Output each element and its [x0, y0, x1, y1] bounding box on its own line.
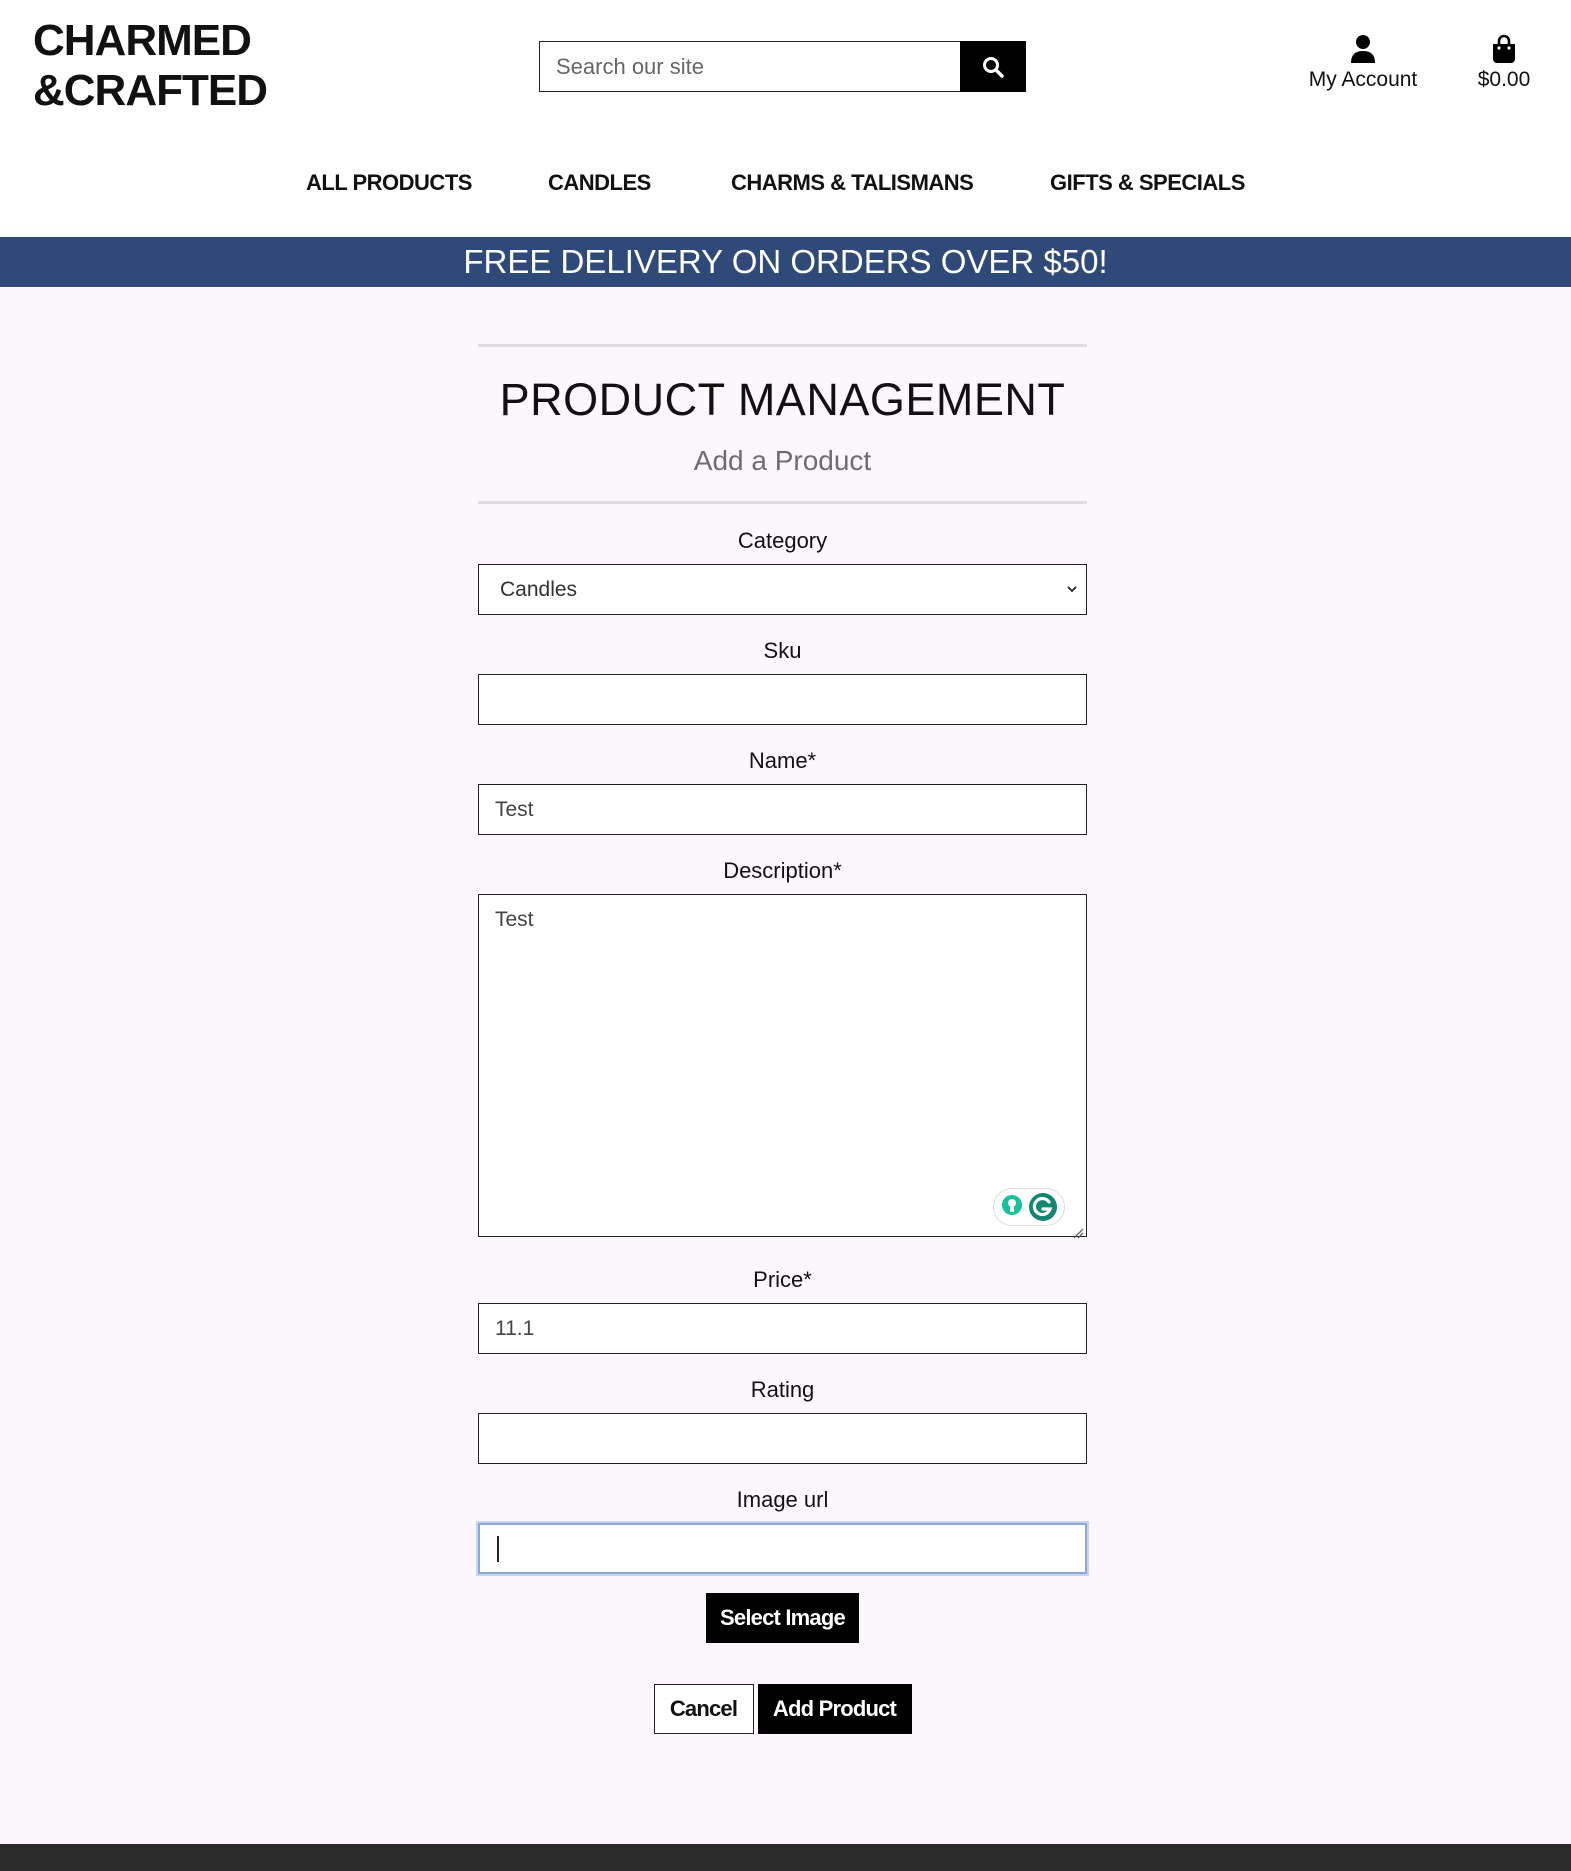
promo-banner: FREE DELIVERY ON ORDERS OVER $50!: [0, 237, 1571, 287]
image-url-wrap: [478, 1523, 1087, 1574]
category-label: Category: [737, 528, 828, 553]
my-account-link[interactable]: My Account: [1296, 34, 1430, 92]
form-actions: Cancel Add Product: [478, 1684, 1087, 1734]
nav-charms-talismans[interactable]: CHARMS & TALISMANS: [731, 170, 974, 196]
user-icon: [1351, 35, 1375, 63]
image-url-input[interactable]: [478, 1523, 1087, 1574]
page-title: PRODUCT MANAGEMENT: [499, 374, 1066, 425]
search-button[interactable]: [960, 41, 1026, 92]
product-form-container: PRODUCT MANAGEMENT Add a Product Categor…: [478, 344, 1087, 1734]
description-label: Description*: [723, 858, 842, 883]
category-select-wrap: Candles: [478, 564, 1087, 615]
name-input[interactable]: [478, 784, 1087, 835]
search-input[interactable]: [539, 41, 960, 92]
lightbulb-icon: [1002, 1195, 1022, 1215]
select-image-button[interactable]: Select Image: [706, 1593, 859, 1643]
rating-input[interactable]: [478, 1413, 1087, 1464]
add-product-button[interactable]: Add Product: [757, 1684, 912, 1734]
category-select[interactable]: Candles: [478, 564, 1087, 615]
brand-line-1: CHARMED: [33, 16, 252, 65]
my-account-label: My Account: [1308, 68, 1418, 91]
promo-banner-text: FREE DELIVERY ON ORDERS OVER $50!: [463, 243, 1108, 280]
page-subtitle: Add a Product: [693, 445, 872, 476]
main-nav: ALL PRODUCTS CANDLES CHARMS & TALISMANS …: [0, 170, 1571, 202]
bottom-divider: [478, 501, 1087, 504]
top-divider: [478, 344, 1087, 347]
cart-link[interactable]: $0.00: [1468, 34, 1540, 92]
site-footer: [0, 1844, 1571, 1871]
grammarly-widget[interactable]: [993, 1188, 1065, 1226]
name-label: Name*: [748, 748, 817, 773]
cancel-button[interactable]: Cancel: [653, 1684, 754, 1734]
description-textarea[interactable]: Test: [478, 894, 1087, 1237]
search-icon: [983, 56, 1004, 78]
resize-grip-icon[interactable]: [1072, 1227, 1084, 1239]
image-url-label: Image url: [736, 1487, 829, 1512]
nav-candles[interactable]: CANDLES: [548, 170, 651, 196]
cart-total: $0.00: [1477, 68, 1531, 91]
nav-gifts-specials[interactable]: GIFTS & SPECIALS: [1050, 170, 1245, 196]
price-input[interactable]: [478, 1303, 1087, 1354]
rating-label: Rating: [750, 1377, 815, 1402]
price-label: Price*: [753, 1267, 812, 1292]
select-image-row: Select Image: [478, 1593, 1087, 1643]
brand-logo[interactable]: CHARMED &CRAFTED: [33, 16, 268, 116]
brand-line-2: &CRAFTED: [33, 66, 268, 115]
nav-all-products[interactable]: ALL PRODUCTS: [306, 170, 472, 196]
sku-input[interactable]: [478, 674, 1087, 725]
description-wrap: Test: [478, 894, 1087, 1242]
chevron-down-icon: [1067, 586, 1077, 593]
site-header: CHARMED &CRAFTED My Account $0.00 ALL PR…: [0, 0, 1571, 237]
grammarly-icon: [1029, 1193, 1057, 1221]
sku-label: Sku: [763, 638, 802, 663]
search-bar: [539, 41, 1026, 92]
text-caret: [497, 1536, 499, 1562]
shopping-bag-icon: [1493, 34, 1515, 63]
